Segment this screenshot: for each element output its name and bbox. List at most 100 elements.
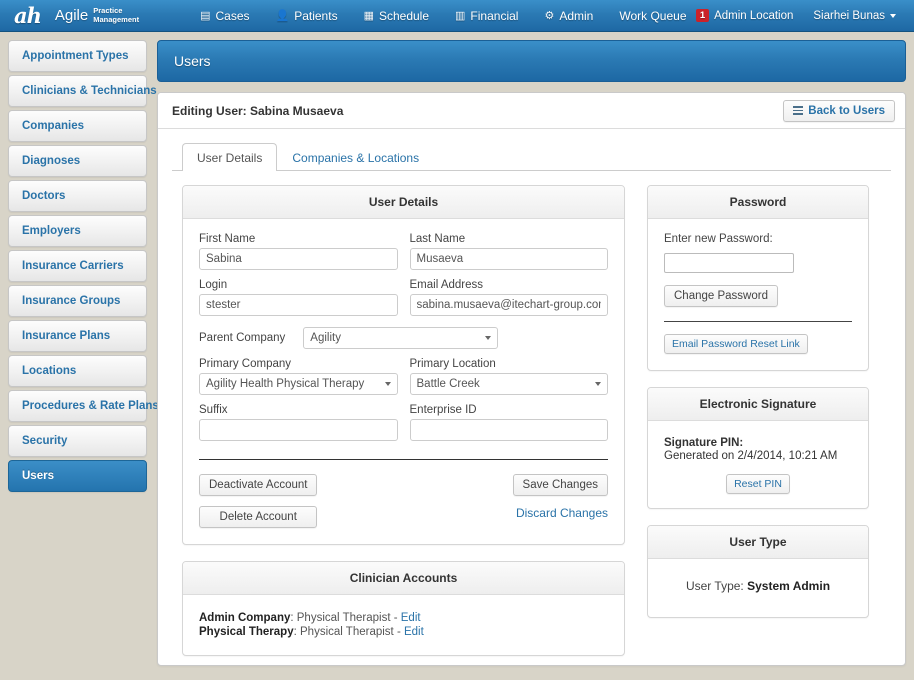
top-navbar: ah Agile Practice Management ▤ Cases 👤 P… [0, 0, 914, 32]
form-actions: Deactivate Account Delete Account Save C… [199, 474, 608, 528]
parent-company-select-wrap: Agility [303, 327, 499, 349]
first-name-group: First Name [199, 233, 398, 270]
parent-company-label: Parent Company [199, 332, 286, 344]
left-column: User Details First Name Last Name [182, 185, 625, 665]
gear-icon: ⚙ [544, 10, 555, 22]
company-location-row: Primary Company Agility Health Physical … [199, 358, 608, 395]
reset-pin-button[interactable]: Reset PIN [726, 474, 790, 494]
nav-item-cases[interactable]: ▤ Cases [187, 0, 262, 32]
suffix-enterprise-row: Suffix Enterprise ID [199, 404, 608, 441]
deactivate-account-button[interactable]: Deactivate Account [199, 474, 318, 496]
list-icon [793, 106, 804, 115]
login-input[interactable] [199, 294, 398, 316]
main-content: Users Editing User: Sabina Musaeva Back … [157, 32, 914, 680]
tabs-container: User Details Companies & Locations [158, 129, 905, 171]
change-password-button[interactable]: Change Password [664, 285, 778, 307]
password-panel-title: Password [648, 186, 868, 219]
electronic-signature-body: Signature PIN: Generated on 2/4/2014, 10… [648, 421, 868, 508]
email-password-reset-button[interactable]: Email Password Reset Link [664, 334, 808, 354]
tab-user-details[interactable]: User Details [182, 143, 278, 171]
sidebar-item-insurance-carriers[interactable]: Insurance Carriers [8, 250, 147, 282]
password-panel: Password Enter new Password: Change Pass… [647, 185, 869, 371]
primary-company-label: Primary Company [199, 358, 292, 370]
back-to-users-button[interactable]: Back to Users [783, 99, 895, 122]
destructive-actions: Deactivate Account Delete Account [199, 474, 318, 528]
nav-item-schedule[interactable]: ▦ Schedule [351, 0, 442, 32]
user-details-form: First Name Last Name Login [183, 219, 624, 544]
cases-icon: ▤ [200, 10, 211, 22]
email-input[interactable] [409, 294, 608, 316]
login-group: Login [199, 279, 398, 316]
sidebar-item-companies[interactable]: Companies [8, 110, 147, 142]
sidebar-item-appointment-types[interactable]: Appointment Types [8, 40, 147, 72]
financial-icon: ▥ [455, 10, 466, 22]
user-type-panel-title: User Type [648, 526, 868, 559]
tab-companies-locations[interactable]: Companies & Locations [277, 143, 434, 171]
clinician-dash: - [390, 612, 401, 624]
sidebar-item-users[interactable]: Users [8, 460, 147, 492]
login-row: Login Email Address [199, 279, 608, 316]
primary-location-select[interactable]: Battle Creek [409, 373, 608, 395]
enterprise-id-label: Enterprise ID [409, 404, 477, 416]
columns: User Details First Name Last Name [158, 171, 905, 665]
sidebar-item-doctors[interactable]: Doctors [8, 180, 147, 212]
suffix-input[interactable] [199, 419, 398, 441]
sidebar-item-security[interactable]: Security [8, 425, 147, 457]
right-column: Password Enter new Password: Change Pass… [647, 185, 869, 665]
user-type-value-row: User Type: System Admin [664, 567, 852, 599]
sidebar-item-insurance-plans[interactable]: Insurance Plans [8, 320, 147, 352]
brand-logo[interactable]: ah Agile Practice Management [0, 3, 139, 28]
editing-user-label: Editing User: Sabina Musaeva [172, 103, 344, 118]
first-name-input[interactable] [199, 248, 398, 270]
primary-company-select-wrap: Agility Health Physical Therapy [199, 373, 398, 395]
brand-name: Agile [54, 7, 89, 24]
enterprise-id-input[interactable] [409, 419, 608, 441]
nav-item-admin[interactable]: ⚙ Admin [531, 0, 606, 32]
email-label: Email Address [409, 279, 484, 291]
clinician-row: Admin Company: Physical Therapist - Edit [199, 611, 608, 625]
electronic-signature-panel: Electronic Signature Signature PIN: Gene… [647, 387, 869, 509]
user-type-value: System Admin [747, 579, 831, 593]
clinician-edit-link[interactable]: Edit [401, 612, 421, 624]
enterprise-id-group: Enterprise ID [409, 404, 608, 441]
electronic-signature-panel-title: Electronic Signature [648, 388, 868, 421]
sidebar-item-employers[interactable]: Employers [8, 215, 147, 247]
login-label: Login [199, 279, 228, 291]
new-password-input[interactable] [664, 253, 794, 273]
change-password-row: Change Password [664, 285, 852, 307]
sidebar-item-procedures-rate-plans[interactable]: Procedures & Rate Plans [8, 390, 159, 422]
nav-label: Schedule [378, 8, 430, 23]
content-card: Editing User: Sabina Musaeva Back to Use… [157, 92, 906, 666]
suffix-group: Suffix [199, 404, 398, 441]
nav-label: Work Queue [619, 8, 687, 23]
parent-company-select[interactable]: Agility [303, 327, 499, 349]
admin-location-label: Admin Location [714, 9, 794, 22]
sidebar-item-clinicians-technicians[interactable]: Clinicians & Technicians [8, 75, 157, 107]
user-type-panel: User Type User Type: System Admin [647, 525, 869, 618]
delete-account-button[interactable]: Delete Account [199, 506, 318, 528]
primary-company-select[interactable]: Agility Health Physical Therapy [199, 373, 398, 395]
clinician-accounts-body: Admin Company: Physical Therapist - Edit… [183, 595, 624, 655]
navbar-right: 1 Admin Location Siarhei Bunas [686, 9, 906, 22]
nav-item-patients[interactable]: 👤 Patients [263, 0, 351, 32]
primary-location-label: Primary Location [409, 358, 496, 370]
sidebar-item-insurance-groups[interactable]: Insurance Groups [8, 285, 147, 317]
sidebar: Appointment Types Clinicians & Technicia… [0, 32, 159, 680]
chevron-down-icon [890, 13, 896, 18]
clinician-accounts-panel-title: Clinician Accounts [183, 562, 624, 595]
user-name-label: Siarhei Bunas [813, 9, 885, 22]
admin-location-button[interactable]: 1 Admin Location [686, 9, 804, 22]
nav-item-financial[interactable]: ▥ Financial [442, 0, 531, 32]
clinician-edit-link[interactable]: Edit [404, 626, 424, 638]
discard-changes-link[interactable]: Discard Changes [516, 506, 608, 520]
clinician-role: Physical Therapist [300, 626, 394, 638]
sidebar-item-diagnoses[interactable]: Diagnoses [8, 145, 147, 177]
sidebar-item-locations[interactable]: Locations [8, 355, 147, 387]
user-menu[interactable]: Siarhei Bunas [803, 10, 906, 22]
last-name-group: Last Name [409, 233, 608, 270]
last-name-input[interactable] [409, 248, 608, 270]
notification-badge: 1 [695, 9, 710, 22]
save-changes-button[interactable]: Save Changes [512, 474, 608, 496]
signature-pin-label: Signature PIN: [664, 437, 744, 449]
user-type-body: User Type: System Admin [648, 559, 868, 617]
